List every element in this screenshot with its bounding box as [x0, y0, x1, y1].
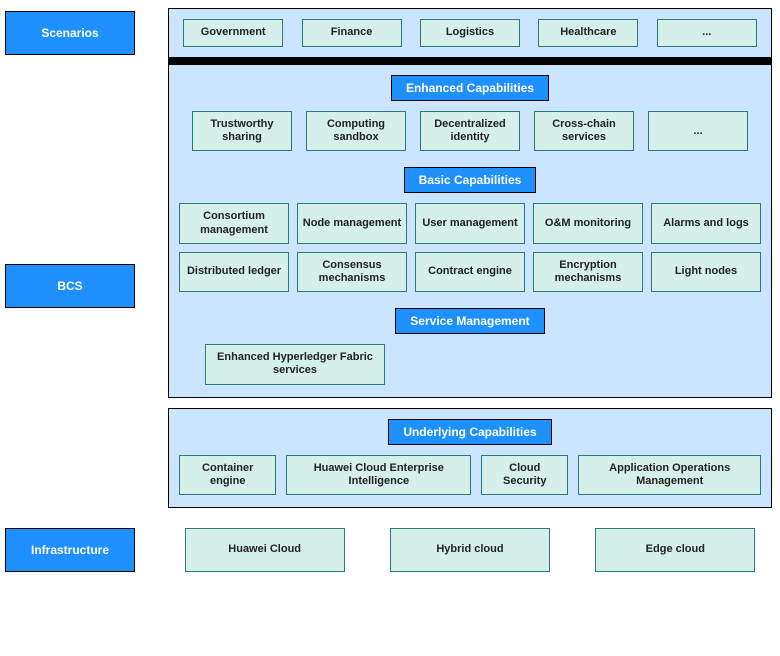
basic-capabilities-header: Basic Capabilities — [404, 167, 537, 193]
infra-items: Huawei Cloud Hybrid cloud Edge cloud — [168, 528, 772, 572]
cap-consensus-mechanisms: Consensus mechanisms — [297, 252, 407, 292]
cap-distributed-ledger: Distributed ledger — [179, 252, 289, 292]
underlying-row: Container engine Huawei Cloud Enterprise… — [179, 455, 761, 495]
cap-user-management: User management — [415, 203, 525, 243]
scenario-government: Government — [183, 19, 283, 47]
scenario-more: ... — [657, 19, 757, 47]
cap-huawei-cloud-ei: Huawei Cloud Enterprise Intelligence — [286, 455, 471, 495]
underlying-capabilities-header: Underlying Capabilities — [388, 419, 551, 445]
basic-capabilities-row-1: Consortium management Node management Us… — [179, 203, 761, 243]
cap-node-management: Node management — [297, 203, 407, 243]
cap-cross-chain-services: Cross-chain services — [534, 111, 634, 151]
basic-capabilities-row-2: Distributed ledger Consensus mechanisms … — [179, 252, 761, 292]
cap-decentralized-identity: Decentralized identity — [420, 111, 520, 151]
scenario-logistics: Logistics — [420, 19, 520, 47]
cap-om-monitoring: O&M monitoring — [533, 203, 643, 243]
scenarios-row: Scenarios Government Finance Logistics H… — [0, 8, 772, 58]
cap-contract-engine: Contract engine — [415, 252, 525, 292]
bcs-panel: Enhanced Capabilities Trustworthy sharin… — [168, 64, 772, 398]
cap-enhanced-more: ... — [648, 111, 748, 151]
cap-encryption-mechanisms: Encryption mechanisms — [533, 252, 643, 292]
cap-alarms-logs: Alarms and logs — [651, 203, 761, 243]
cap-cloud-security: Cloud Security — [481, 455, 568, 495]
cap-container-engine: Container engine — [179, 455, 276, 495]
scenarios-panel: Government Finance Logistics Healthcare … — [168, 8, 772, 58]
cap-aom: Application Operations Management — [578, 455, 761, 495]
cap-light-nodes: Light nodes — [651, 252, 761, 292]
infra-hybrid-cloud: Hybrid cloud — [390, 528, 550, 572]
cap-hyperledger-fabric: Enhanced Hyperledger Fabric services — [205, 344, 385, 384]
infrastructure-label: Infrastructure — [5, 528, 135, 572]
bcs-row: BCS Enhanced Capabilities Trustworthy sh… — [0, 64, 772, 508]
fabric-row: Enhanced Hyperledger Fabric services — [179, 344, 761, 384]
enhanced-capabilities-row: Trustworthy sharing Computing sandbox De… — [179, 111, 761, 151]
infra-edge-cloud: Edge cloud — [595, 528, 755, 572]
underlying-panel: Underlying Capabilities Container engine… — [168, 408, 772, 508]
enhanced-capabilities-header: Enhanced Capabilities — [391, 75, 549, 101]
scenario-finance: Finance — [302, 19, 402, 47]
scenarios-label: Scenarios — [5, 11, 135, 55]
cap-trustworthy-sharing: Trustworthy sharing — [192, 111, 292, 151]
scenario-healthcare: Healthcare — [538, 19, 638, 47]
cap-consortium-management: Consortium management — [179, 203, 289, 243]
architecture-diagram: Scenarios Government Finance Logistics H… — [0, 0, 780, 656]
service-management-header: Service Management — [395, 308, 544, 334]
bcs-label: BCS — [5, 264, 135, 308]
infra-huawei-cloud: Huawei Cloud — [185, 528, 345, 572]
cap-computing-sandbox: Computing sandbox — [306, 111, 406, 151]
infrastructure-row: Infrastructure Huawei Cloud Hybrid cloud… — [0, 528, 772, 572]
